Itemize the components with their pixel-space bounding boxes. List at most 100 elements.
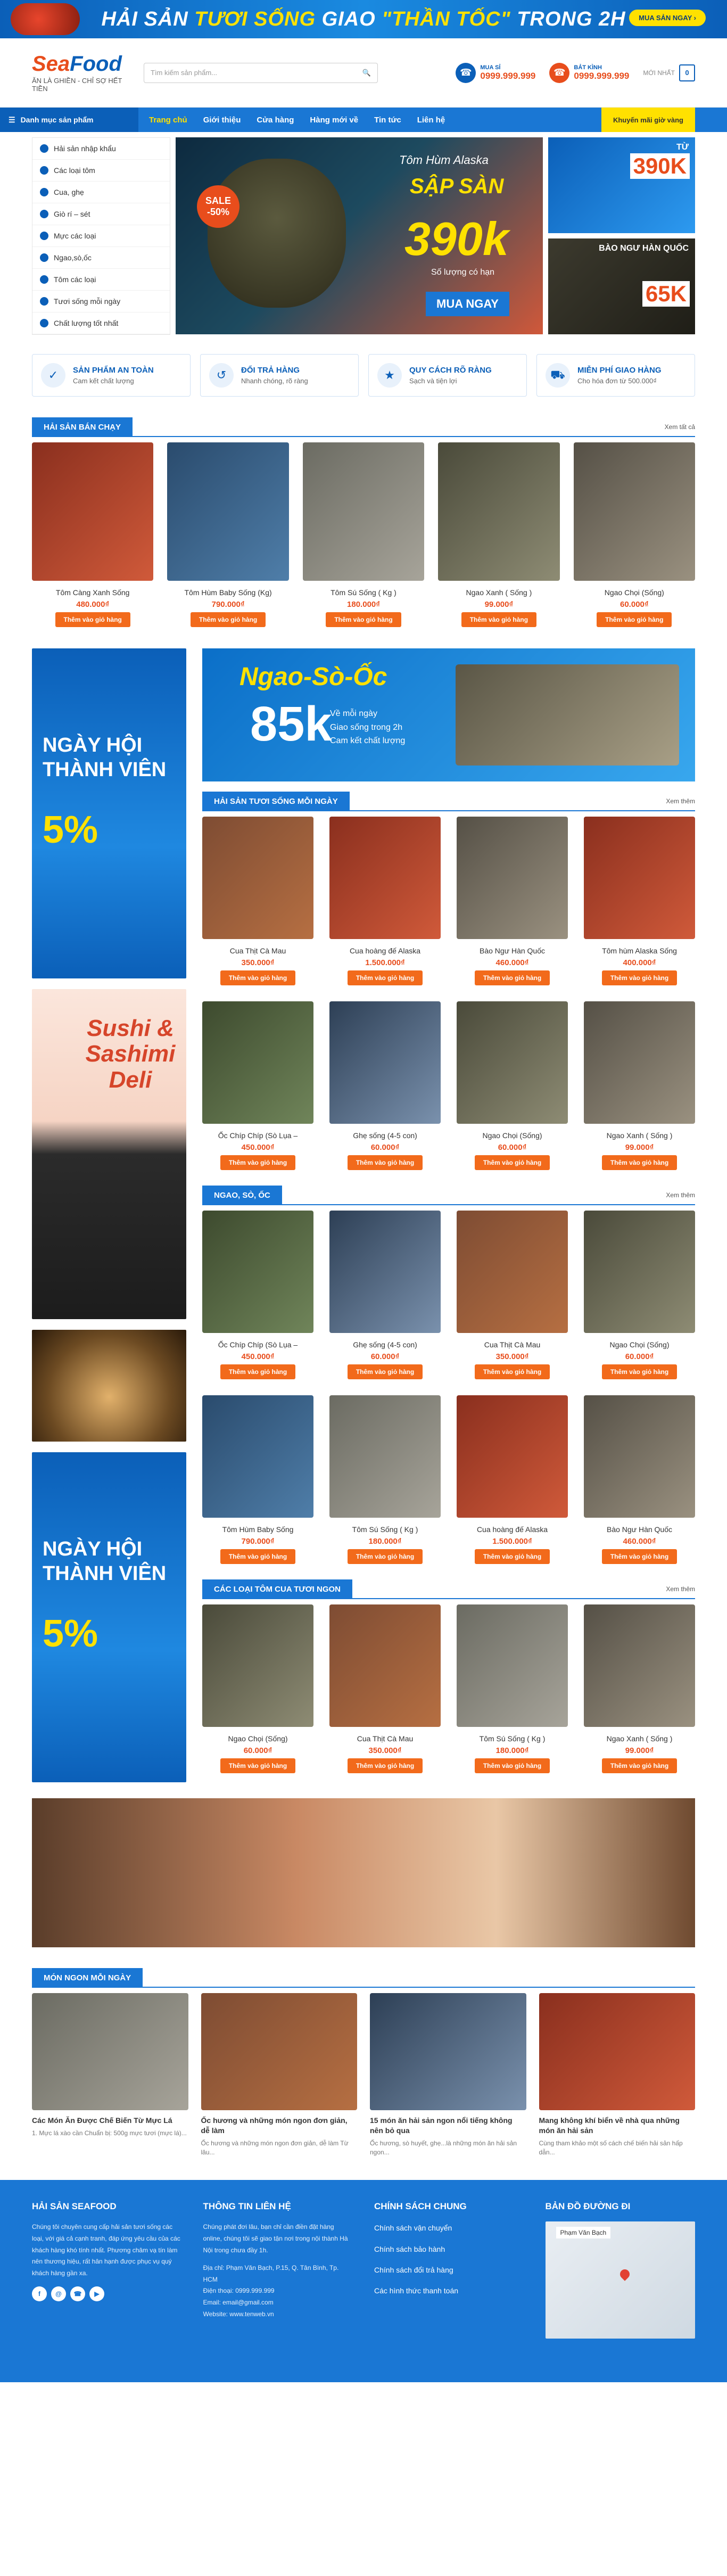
view-more-link[interactable]: Xem thêm	[666, 1191, 695, 1199]
product-card[interactable]: Tôm Sú Sống ( Kg ) 180.000₫ Thêm vào giỏ h…	[302, 442, 425, 627]
add-to-cart-button[interactable]: Thêm vào giỏ hàng	[220, 1155, 296, 1170]
add-to-cart-button[interactable]: Thêm vào giỏ hàng	[461, 612, 537, 627]
product-card[interactable]: Ngao Xanh ( Sống ) 99.000₫ Thêm vào giỏ hà…	[584, 1604, 695, 1773]
hero-slider[interactable]: SALE -50% Tôm Hùm Alaska SẬP SÀN 390k Số…	[176, 137, 543, 334]
category-item[interactable]: Tôm các loại	[32, 269, 170, 291]
category-item[interactable]: Hải sản nhập khẩu	[32, 138, 170, 160]
product-card[interactable]: Ốc Chíp Chíp (Sò Lụa –450.000₫ Thêm vào g…	[202, 1001, 313, 1170]
add-to-cart-button[interactable]: Thêm vào giỏ hàng	[474, 1549, 550, 1564]
add-to-cart-button[interactable]: Thêm vào giỏ hàng	[220, 1364, 296, 1379]
top-promo-banner[interactable]: HẢI SẢN TƯƠI SỐNG GIAO "THẦN TỐC" TRONG …	[0, 0, 727, 38]
add-to-cart-button[interactable]: Thêm vào giỏ hàng	[474, 1364, 550, 1379]
product-card[interactable]: Cua Thịt Cà Mau 350.000₫ Thêm vào giỏ hàng	[457, 1211, 568, 1379]
product-card[interactable]: Tôm hùm Alaska Sống 400.000₫ Thêm vào giỏ …	[584, 817, 695, 985]
add-to-cart-button[interactable]: Thêm vào giỏ hàng	[474, 970, 550, 985]
search-icon[interactable]: 🔍	[362, 69, 371, 77]
add-to-cart-button[interactable]: Thêm vào giỏ hàng	[601, 1758, 678, 1773]
product-card[interactable]: Cua Thịt Cà Mau 350.000₫ Thêm vào giỏ hàng	[202, 817, 313, 985]
product-card[interactable]: Ghẹ sống (4-5 con) 60.000₫ Thêm vào giỏ hà…	[329, 1001, 441, 1170]
side-banner-lobster[interactable]: TỪ 390K	[548, 137, 695, 233]
search-input[interactable]: Tìm kiếm sản phẩm... 🔍	[144, 62, 378, 83]
add-to-cart-button[interactable]: Thêm vào giỏ hàng	[55, 612, 130, 627]
add-to-cart-button[interactable]: Thêm vào giỏ hàng	[474, 1758, 550, 1773]
golden-hour-button[interactable]: Khuyến mãi giờ vàng	[601, 108, 695, 132]
view-all-link[interactable]: Xem tất cả	[665, 423, 695, 431]
seafood-platter-banner[interactable]	[32, 1798, 695, 1947]
product-card[interactable]: Ngao Chọi (Sống) 60.000₫ Thêm vào giỏ hàng	[584, 1211, 695, 1379]
add-to-cart-button[interactable]: Thêm vào giỏ hàng	[597, 612, 672, 627]
news-item[interactable]: Ốc hương và những món ngon đơn giản, dễ …	[201, 1993, 357, 2157]
product-card[interactable]: Tôm Sú Sống ( Kg ) 180.000₫ Thêm vào giỏ h…	[457, 1604, 568, 1773]
nav-contact[interactable]: Liên hệ	[417, 116, 445, 125]
map-embed[interactable]: Phạm Văn Bạch	[545, 2221, 695, 2339]
member-day-banner[interactable]: NGÀY HỘI THÀNH VIÊN 5%	[32, 648, 186, 978]
policy-link[interactable]: Chính sách đổi trả hàng	[374, 2264, 524, 2277]
policy-link[interactable]: Chính sách vận chuyển	[374, 2221, 524, 2235]
hero-buy-button[interactable]: MUA NGAY	[426, 292, 509, 316]
add-to-cart-button[interactable]: Thêm vào giỏ hàng	[326, 612, 401, 627]
phone-icon[interactable]: ☎	[70, 2286, 85, 2302]
product-card[interactable]: Ốc Chíp Chíp (Sò Lụa –450.000₫ Thêm vào g…	[202, 1211, 313, 1379]
nav-news[interactable]: Tin tức	[374, 116, 401, 125]
side-banner-abalone[interactable]: BÀO NGƯ HÀN QUỐC 65K	[548, 238, 695, 334]
email-icon[interactable]: @	[51, 2286, 66, 2302]
product-card[interactable]: Tôm Hùm Baby Sống 790.000₫ Thêm vào giỏ hà…	[202, 1395, 313, 1564]
phone-retail[interactable]: ☎ BẢT KÌNH 0999.999.999	[549, 62, 629, 83]
product-card[interactable]: Ngao Xanh ( Sống ) 99.000₫ Thêm vào giỏ hà…	[438, 442, 560, 627]
nav-new[interactable]: Hàng mới về	[310, 116, 358, 125]
news-item[interactable]: Mang không khí biển về nhà qua những món…	[539, 1993, 695, 2157]
product-card[interactable]: Cua hoàng đế Alaska 1.500.000₫ Thêm vào gi…	[457, 1395, 568, 1564]
add-to-cart-button[interactable]: Thêm vào giỏ hàng	[190, 612, 266, 627]
add-to-cart-button[interactable]: Thêm vào giỏ hàng	[347, 1364, 423, 1379]
buy-now-button[interactable]: MUA SẢN NGAY ›	[629, 10, 706, 26]
add-to-cart-button[interactable]: Thêm vào giỏ hàng	[601, 1155, 678, 1170]
category-item[interactable]: Tươi sống mỗi ngày	[32, 291, 170, 312]
product-card[interactable]: Tôm Hùm Baby Sống (Kg) 790.000₫ Thêm vào g…	[167, 442, 289, 627]
youtube-icon[interactable]: ▶	[89, 2286, 104, 2302]
cart-button[interactable]: MỚI NHẤT 0	[643, 64, 695, 81]
policy-link[interactable]: Các hình thức thanh toán	[374, 2284, 524, 2298]
nav-about[interactable]: Giới thiệu	[203, 116, 241, 125]
category-item[interactable]: Ngao,sò,ốc	[32, 247, 170, 269]
product-card[interactable]: Cua hoàng đế Alaska 1.500.000₫ Thêm vào gi…	[329, 817, 441, 985]
product-card[interactable]: Ngao Chọi (Sống) 60.000₫ Thêm vào giỏ hàng	[573, 442, 695, 627]
add-to-cart-button[interactable]: Thêm vào giỏ hàng	[220, 1549, 296, 1564]
add-to-cart-button[interactable]: Thêm vào giỏ hàng	[601, 970, 678, 985]
category-item[interactable]: Giò rí – sét	[32, 203, 170, 225]
add-to-cart-button[interactable]: Thêm vào giỏ hàng	[347, 1549, 423, 1564]
nav-home[interactable]: Trang chủ	[149, 116, 187, 125]
member-day-banner-2[interactable]: NGÀY HỘI THÀNH VIÊN 5%	[32, 1452, 186, 1782]
hotpot-banner[interactable]	[32, 1330, 186, 1442]
news-item[interactable]: 15 món ăn hải sản ngon nổi tiếng không n…	[370, 1993, 526, 2157]
add-to-cart-button[interactable]: Thêm vào giỏ hàng	[347, 970, 423, 985]
phone-wholesale[interactable]: ☎ MUA SỈ 0999.999.999	[456, 62, 535, 83]
product-card[interactable]: Tôm Càng Xanh Sống 480.000₫ Thêm vào giỏ h…	[32, 442, 154, 627]
product-card[interactable]: Ngao Xanh ( Sống ) 99.000₫ Thêm vào giỏ hà…	[584, 1001, 695, 1170]
add-to-cart-button[interactable]: Thêm vào giỏ hàng	[220, 1758, 296, 1773]
add-to-cart-button[interactable]: Thêm vào giỏ hàng	[601, 1549, 678, 1564]
add-to-cart-button[interactable]: Thêm vào giỏ hàng	[220, 970, 296, 985]
category-item[interactable]: Các loại tôm	[32, 160, 170, 182]
view-more-link[interactable]: Xem thêm	[666, 1585, 695, 1593]
product-card[interactable]: Ghẹ sống (4-5 con) 60.000₫ Thêm vào giỏ hà…	[329, 1211, 441, 1379]
add-to-cart-button[interactable]: Thêm vào giỏ hàng	[347, 1758, 423, 1773]
news-item[interactable]: Các Món Ăn Được Chế Biến Từ Mực Lá 1. Mực…	[32, 1993, 188, 2157]
category-item[interactable]: Cua, ghẹ	[32, 182, 170, 203]
category-item[interactable]: Mực các loại	[32, 225, 170, 247]
product-card[interactable]: Tôm Sú Sống ( Kg ) 180.000₫ Thêm vào giỏ h…	[329, 1395, 441, 1564]
product-card[interactable]: Bào Ngư Hàn Quốc 460.000₫ Thêm vào giỏ hàn…	[584, 1395, 695, 1564]
nav-shop[interactable]: Cửa hàng	[257, 116, 294, 125]
add-to-cart-button[interactable]: Thêm vào giỏ hàng	[347, 1155, 423, 1170]
product-card[interactable]: Bào Ngư Hàn Quốc 460.000₫ Thêm vào giỏ hàn…	[457, 817, 568, 985]
policy-link[interactable]: Chính sách bảo hành	[374, 2243, 524, 2256]
product-card[interactable]: Ngao Chọi (Sống) 60.000₫ Thêm vào giỏ hàng	[457, 1001, 568, 1170]
view-more-link[interactable]: Xem thêm	[666, 797, 695, 805]
product-card[interactable]: Cua Thịt Cà Mau 350.000₫ Thêm vào giỏ hàng	[329, 1604, 441, 1773]
category-item[interactable]: Chất lượng tốt nhất	[32, 312, 170, 334]
product-card[interactable]: Ngao Chọi (Sống) 60.000₫ Thêm vào giỏ hàng	[202, 1604, 313, 1773]
add-to-cart-button[interactable]: Thêm vào giỏ hàng	[474, 1155, 550, 1170]
sushi-banner[interactable]: Sushi & Sashimi Deli	[32, 989, 186, 1319]
facebook-icon[interactable]: f	[32, 2286, 47, 2302]
clam-banner[interactable]: Ngao-Sò-Ốc 85k Về mỗi ngày Giao sống tron…	[202, 648, 695, 781]
logo[interactable]: SeaFood ĂN LÀ GHIỀN - CHỈ SỢ HẾT TIỀN	[32, 53, 128, 93]
